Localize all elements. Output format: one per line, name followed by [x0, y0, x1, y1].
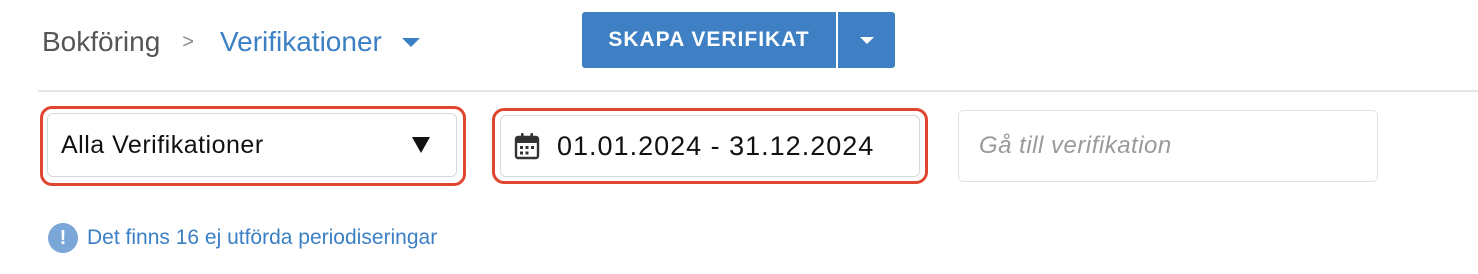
- caret-down-icon: [401, 37, 420, 47]
- page: Bokföring > Verifikationer SKAPA VERIFIK…: [0, 0, 1478, 274]
- voucher-type-select-value: Alla Verifikationer: [61, 130, 264, 159]
- goto-voucher-input[interactable]: [958, 110, 1378, 182]
- info-icon: !: [48, 223, 78, 253]
- voucher-type-select[interactable]: Alla Verifikationer: [47, 113, 457, 177]
- date-range-value: 01.01.2024 - 31.12.2024: [557, 130, 875, 161]
- create-voucher-dropdown-button[interactable]: [838, 12, 895, 68]
- date-range-picker[interactable]: 01.01.2024 - 31.12.2024: [500, 115, 920, 177]
- create-voucher-split-button: SKAPA VERIFIKAT: [582, 12, 895, 68]
- breadcrumb-root[interactable]: Bokföring: [42, 26, 160, 58]
- calendar-icon: [513, 131, 541, 161]
- breadcrumb-current-dropdown[interactable]: Verifikationer: [220, 26, 420, 58]
- breadcrumb-separator: >: [182, 30, 194, 53]
- caret-down-icon: [859, 36, 874, 44]
- breadcrumb: Bokföring > Verifikationer: [42, 22, 420, 62]
- create-voucher-button[interactable]: SKAPA VERIFIKAT: [582, 12, 836, 68]
- accruals-notice-text: Det finns 16 ej utförda periodiseringar: [87, 226, 438, 249]
- breadcrumb-current-label: Verifikationer: [219, 26, 382, 57]
- triangle-down-icon: [412, 137, 430, 153]
- accruals-notice-link[interactable]: ! Det finns 16 ej utförda periodiseringa…: [48, 222, 437, 254]
- header-divider: [38, 90, 1478, 92]
